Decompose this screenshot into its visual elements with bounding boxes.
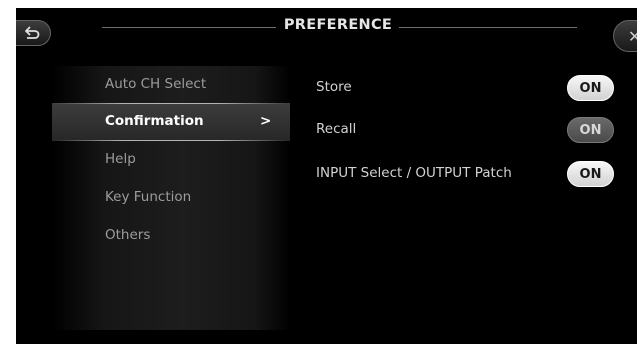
setting-label-store: Store (316, 79, 352, 95)
setting-label-input-select-output-patch: INPUT Select / OUTPUT Patch (316, 165, 512, 181)
sidebar-menu: Auto CH Select Confirmation > Help Key F… (52, 66, 290, 330)
sidebar-item-label: Others (105, 227, 151, 243)
back-button[interactable] (16, 20, 51, 46)
back-arrow-icon (25, 26, 40, 39)
chevron-right-icon: > (260, 113, 272, 129)
setting-row-recall: Recall ON (316, 117, 616, 143)
sidebar-item-key-function[interactable]: Key Function (52, 179, 290, 217)
setting-label-recall: Recall (316, 121, 357, 137)
page-title: PREFERENCE (283, 17, 393, 33)
sidebar-item-confirmation[interactable]: Confirmation > (52, 103, 290, 141)
recall-toggle[interactable]: ON (567, 117, 614, 143)
setting-row-store: Store ON (316, 75, 616, 101)
preference-screen: PREFERENCE ✕ Auto CH Select Confirmation… (16, 8, 637, 344)
header-divider-left (102, 27, 276, 28)
sidebar-item-auto-ch-select[interactable]: Auto CH Select (52, 66, 290, 104)
sidebar-item-help[interactable]: Help (52, 141, 290, 179)
header: PREFERENCE ✕ (16, 8, 637, 52)
sidebar-item-label: Key Function (105, 189, 192, 205)
close-button[interactable]: ✕ (613, 20, 637, 52)
sidebar-item-others[interactable]: Others (52, 217, 290, 255)
sidebar-item-label: Auto CH Select (105, 76, 207, 92)
close-icon: ✕ (628, 27, 637, 46)
setting-row-input-select-output-patch: INPUT Select / OUTPUT Patch ON (316, 161, 616, 187)
input-select-output-patch-toggle[interactable]: ON (567, 161, 614, 187)
sidebar-item-label: Confirmation (105, 113, 204, 129)
store-toggle[interactable]: ON (567, 75, 614, 101)
sidebar-item-label: Help (105, 151, 136, 167)
header-divider-right (399, 27, 577, 28)
